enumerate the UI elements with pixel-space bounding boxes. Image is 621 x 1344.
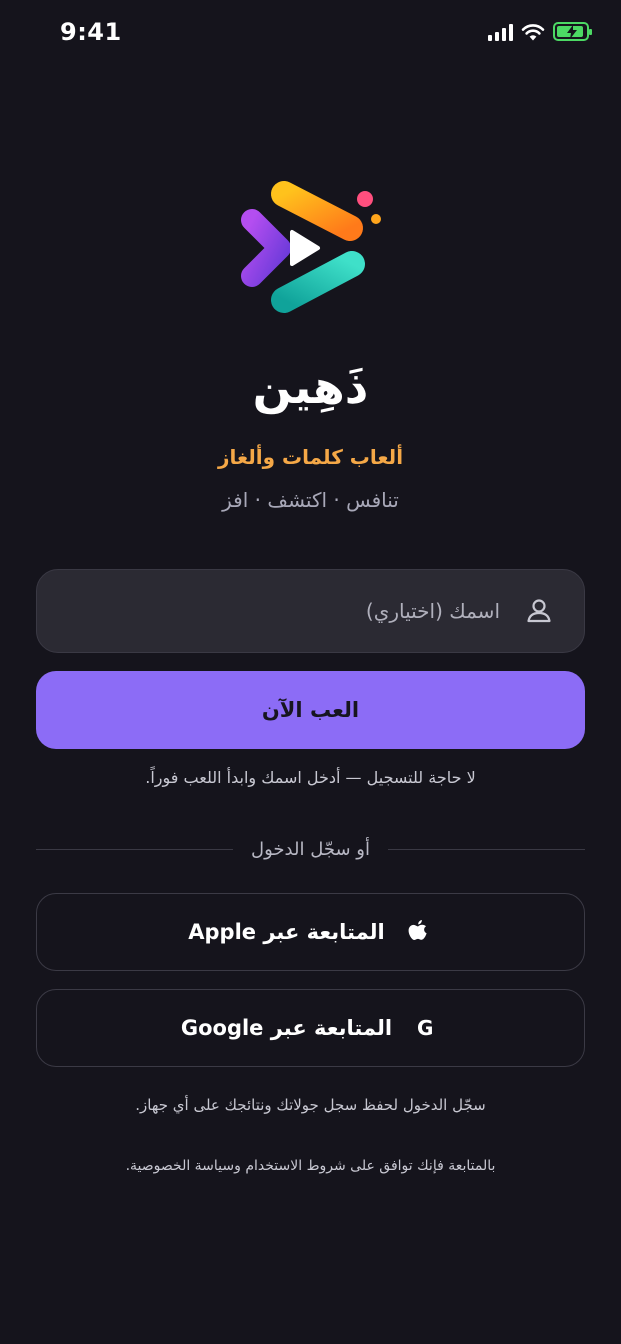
or-divider: أو سجّل الدخول <box>36 836 586 862</box>
status-time: 9:41 <box>60 18 122 46</box>
wifi-icon <box>521 23 545 40</box>
play-now-label: العب الآن <box>261 698 360 722</box>
app-logo-icon <box>241 181 381 313</box>
user-icon <box>527 599 551 623</box>
terms-note: بالمتابعة فإنك توافق على شروط الاستخدام … <box>125 1158 496 1174</box>
apple-button-label: المتابعة عبر Apple <box>188 920 385 944</box>
divider-line <box>36 848 234 850</box>
play-now-button[interactable]: العب الآن <box>36 671 585 749</box>
login-screen: 9:41 ذَهِين ألعاب كلمات وألغاز تنافس · ا… <box>0 0 621 1344</box>
google-icon: G <box>416 1016 434 1040</box>
status-bar: 9:41 <box>0 0 621 70</box>
battery-charging-icon <box>553 22 592 41</box>
name-field[interactable] <box>36 569 585 653</box>
app-tagline: ألعاب كلمات وألغاز <box>217 445 404 469</box>
name-input[interactable] <box>37 591 500 631</box>
no-signup-note: لا حاجة للتسجيل — أدخل اسمك وابدأ اللعب … <box>145 768 476 787</box>
app-title: ذَهِين <box>252 360 369 414</box>
google-button-label: المتابعة عبر Google <box>180 1016 393 1040</box>
app-subtitle: تنافس · اكتشف · افز <box>222 488 399 512</box>
cellular-signal-icon <box>488 23 513 41</box>
or-login-label: أو سجّل الدخول <box>251 838 370 860</box>
continue-with-apple-button[interactable]: المتابعة عبر Apple <box>36 893 585 971</box>
save-progress-note: سجّل الدخول لحفظ سجل جولاتك ونتائجك على … <box>135 1096 486 1114</box>
divider-line <box>387 848 586 850</box>
continue-with-google-button[interactable]: G المتابعة عبر Google <box>36 989 585 1067</box>
status-icons <box>488 22 592 41</box>
apple-icon <box>403 918 433 946</box>
